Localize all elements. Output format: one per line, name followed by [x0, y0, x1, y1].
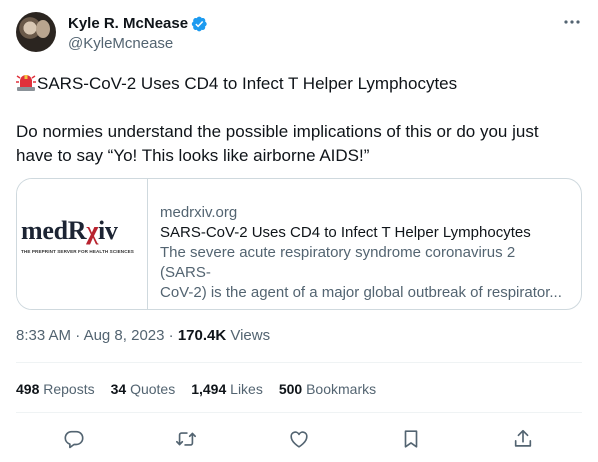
share-button[interactable]	[512, 428, 534, 450]
quotes-stat[interactable]: 34 Quotes	[111, 380, 176, 398]
medrxiv-logo-text: medRχiv	[21, 216, 118, 245]
medrxiv-logo-tagline: THE PREPRINT SERVER FOR HEALTH SCIENCES	[21, 249, 134, 254]
tweet-line-1-text: SARS-CoV-2 Uses CD4 to Infect T Helper L…	[37, 74, 458, 93]
divider	[16, 412, 582, 413]
like-icon	[290, 431, 308, 448]
quotes-count: 34	[110, 381, 127, 397]
like-button[interactable]	[288, 428, 310, 450]
views-label: Views	[226, 327, 271, 344]
share-icon	[514, 429, 532, 447]
meta-separator: ·	[71, 327, 84, 344]
tweet-line-3: have to say “Yo! This looks like airborn…	[16, 146, 370, 165]
author-handle[interactable]: @KyleMcnease	[68, 34, 173, 54]
bookmarks-count: 500	[278, 381, 303, 397]
avatar[interactable]	[16, 12, 56, 52]
card-description-line-2: CoV-2) is the agent of a major global ou…	[160, 284, 562, 301]
engagement-stats: 498 Reposts 34 Quotes 1,494 Likes 500 Bookm…	[16, 380, 392, 398]
tweet-actions	[16, 424, 582, 454]
views-count: 170.4K	[177, 327, 227, 344]
verified-badge-icon	[191, 16, 207, 32]
repost-icon	[176, 432, 196, 446]
tweet-header: Kyle R. McNease @KyleMcnease	[16, 12, 582, 56]
meta-separator: ·	[164, 327, 178, 344]
reposts-count: 498	[16, 381, 40, 397]
tweet-time[interactable]: 8:33 AM	[16, 327, 71, 344]
likes-label: Likes	[230, 381, 263, 397]
siren-emoji-icon	[16, 75, 36, 91]
tweet-meta: 8:33 AM · Aug 8, 2023 · 170.4K Views	[16, 326, 270, 346]
link-preview-card[interactable]: medRχiv THE PREPRINT SERVER FOR HEALTH S…	[16, 178, 582, 310]
quotes-label: Quotes	[130, 381, 176, 397]
bookmarks-stat[interactable]: 500 Bookmarks	[279, 380, 376, 398]
card-domain: medrxiv.org	[160, 204, 238, 221]
reposts-stat[interactable]: 498 Reposts	[16, 380, 95, 398]
bookmark-button[interactable]	[400, 428, 422, 450]
likes-stat[interactable]: 1,494 Likes	[191, 380, 263, 398]
tweet-line-1: SARS-CoV-2 Uses CD4 to Infect T Helper L…	[16, 72, 582, 96]
divider	[16, 362, 582, 363]
card-description-line-1: The severe acute respiratory syndrome co…	[160, 244, 516, 281]
author-name[interactable]: Kyle R. McNease	[68, 14, 188, 34]
bookmarks-label: Bookmarks	[306, 381, 377, 397]
tweet-line-2: Do normies understand the possible impli…	[16, 122, 539, 141]
likes-count: 1,494	[191, 381, 227, 397]
card-body: medrxiv.org SARS-CoV-2 Uses CD4 to Infec…	[160, 203, 570, 303]
tweet-date[interactable]: Aug 8, 2023	[84, 327, 165, 344]
more-options-icon[interactable]	[562, 12, 582, 32]
bookmark-icon	[404, 430, 418, 448]
reply-icon	[64, 430, 84, 449]
tweet-text: SARS-CoV-2 Uses CD4 to Infect T Helper L…	[16, 72, 582, 168]
repost-button[interactable]	[175, 428, 197, 450]
medrxiv-logo: medRχiv THE PREPRINT SERVER FOR HEALTH S…	[17, 179, 148, 309]
reposts-label: Reposts	[43, 381, 95, 397]
reply-button[interactable]	[63, 428, 85, 450]
card-title: SARS-CoV-2 Uses CD4 to Infect T Helper L…	[160, 224, 531, 241]
